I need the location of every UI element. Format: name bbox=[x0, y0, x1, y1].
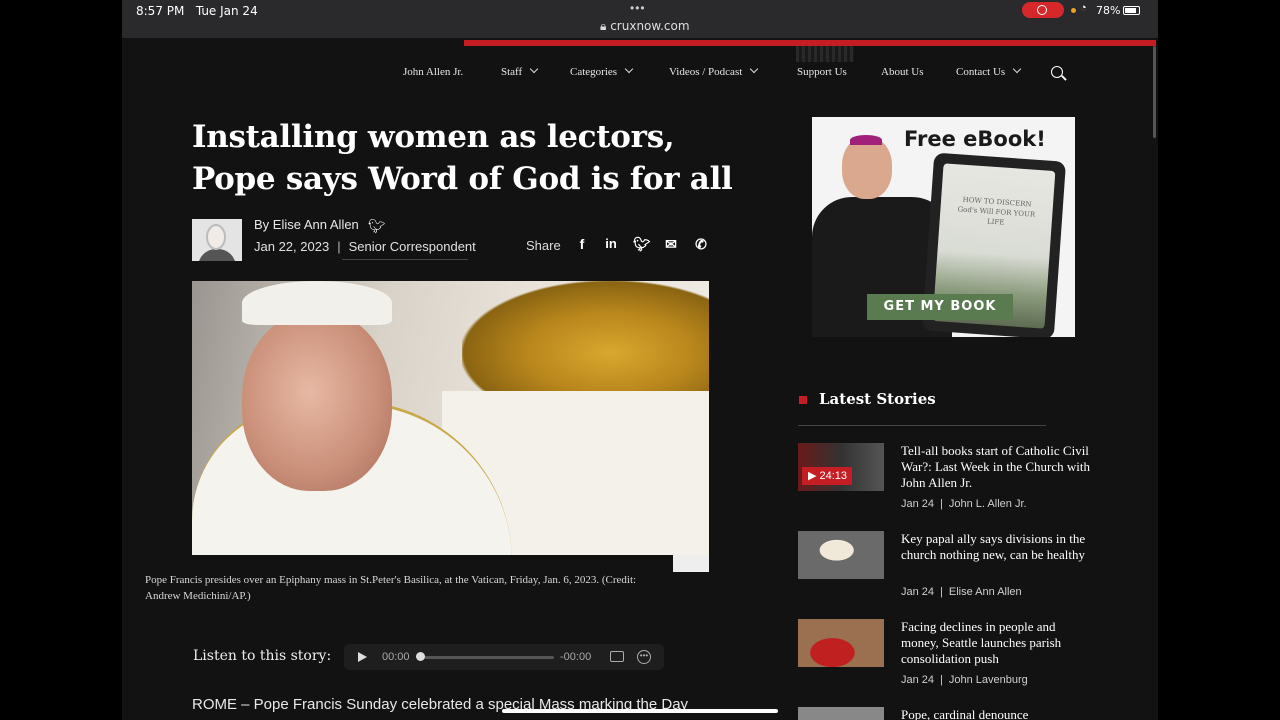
story-thumbnail[interactable]: ▶ 24:13 bbox=[798, 443, 884, 491]
article-hero-image[interactable] bbox=[192, 281, 709, 555]
address-bar[interactable]: 🔒︎ cruxnow.com bbox=[600, 19, 690, 34]
chevron-down-icon bbox=[529, 64, 539, 74]
ebook-ad[interactable]: Free eBook! HOW TO DISCERN God's Will FO… bbox=[812, 117, 1075, 337]
chevron-down-icon bbox=[1012, 64, 1022, 74]
divider bbox=[342, 259, 468, 260]
story-thumbnail[interactable] bbox=[798, 707, 884, 720]
divider bbox=[798, 425, 1046, 426]
article-byline[interactable]: By Elise Ann Allen bbox=[254, 217, 359, 232]
audio-player: 00:00 -00:00 ••• bbox=[344, 644, 664, 670]
author-avatar[interactable] bbox=[192, 219, 242, 261]
search-icon[interactable] bbox=[1051, 66, 1063, 78]
story-meta: Jan 24 | Elise Ann Allen bbox=[901, 586, 1022, 598]
nav-staff[interactable]: Staff bbox=[501, 64, 539, 78]
article-date: Jan 22, 2023 bbox=[254, 239, 330, 254]
battery-icon bbox=[1123, 6, 1140, 15]
chevron-down-icon bbox=[750, 64, 759, 74]
nav-about-us[interactable]: About Us bbox=[881, 66, 923, 78]
ad-book-title: HOW TO DISCERN God's Will FOR YOUR LIFE bbox=[957, 195, 1036, 227]
article-headline: Installing women as lectors, Pope says W… bbox=[192, 119, 733, 197]
story-title[interactable]: Facing declines in people and money, Sea… bbox=[901, 619, 1096, 667]
wifi-icon: ◔ bbox=[1080, 2, 1087, 14]
mic-indicator-icon bbox=[1071, 8, 1076, 13]
status-bar: 8:57 PM Tue Jan 24 ••• 🔒︎ cruxnow.com ◔ … bbox=[122, 0, 1158, 38]
story-title[interactable]: Key papal ally says divisions in the chu… bbox=[901, 531, 1096, 563]
video-duration-badge: ▶ 24:13 bbox=[802, 467, 852, 485]
author-role: Senior Correspondent bbox=[348, 239, 476, 254]
story-thumbnail[interactable] bbox=[798, 619, 884, 667]
story-meta: Jan 24 | John Lavenburg bbox=[901, 674, 1028, 686]
section-marker bbox=[799, 396, 807, 404]
browser-window: 8:57 PM Tue Jan 24 ••• 🔒︎ cruxnow.com ◔ … bbox=[122, 0, 1158, 720]
nav-support-us[interactable]: Support Us bbox=[797, 66, 847, 78]
site-logo[interactable] bbox=[796, 46, 854, 62]
article-dateline: Jan 22, 2023 | Senior Correspondent bbox=[254, 239, 476, 254]
facebook-icon[interactable]: f bbox=[574, 236, 590, 252]
twitter-icon[interactable]: 🐦︎ bbox=[368, 218, 386, 235]
nav-categories[interactable]: Categories bbox=[570, 64, 634, 78]
get-book-button[interactable]: GET MY BOOK bbox=[867, 294, 1013, 320]
latest-stories-heading: Latest Stories bbox=[819, 390, 936, 408]
multitask-dots-icon[interactable]: ••• bbox=[630, 1, 646, 15]
airplay-icon[interactable] bbox=[610, 651, 624, 662]
time-elapsed: 00:00 bbox=[382, 651, 410, 663]
email-icon[interactable]: ✉ bbox=[663, 236, 679, 252]
screen-record-icon[interactable] bbox=[1022, 2, 1064, 18]
image-edge bbox=[673, 555, 709, 572]
home-indicator[interactable] bbox=[502, 709, 778, 713]
image-caption: Pope Francis presides over an Epiphany m… bbox=[145, 574, 637, 602]
share-label: Share bbox=[526, 238, 561, 253]
nav-contact-us[interactable]: Contact Us bbox=[956, 64, 1022, 78]
nav-john-allen[interactable]: John Allen Jr. bbox=[403, 66, 463, 78]
story-title[interactable]: Pope, cardinal denounce bbox=[901, 707, 1096, 720]
whatsapp-icon[interactable]: ✆ bbox=[693, 236, 709, 252]
scrollbar[interactable] bbox=[1153, 46, 1156, 138]
linkedin-icon[interactable]: in bbox=[603, 236, 619, 252]
play-icon[interactable] bbox=[358, 652, 367, 662]
story-title[interactable]: Tell-all books start of Catholic Civil W… bbox=[901, 443, 1096, 491]
nav-videos-podcast[interactable]: Videos / Podcast bbox=[669, 64, 759, 78]
audio-seek-bar[interactable] bbox=[419, 656, 554, 659]
listen-label: Listen to this story: bbox=[193, 648, 332, 664]
story-thumbnail[interactable] bbox=[798, 531, 884, 579]
main-nav: John Allen Jr. Staff Categories Videos /… bbox=[122, 64, 1158, 82]
battery-percent: 78% bbox=[1096, 4, 1121, 17]
seek-handle[interactable] bbox=[416, 652, 425, 661]
chevron-down-icon bbox=[624, 64, 634, 74]
twitter-share-icon[interactable]: 🐦︎ bbox=[633, 236, 651, 252]
status-time: 8:57 PM Tue Jan 24 bbox=[136, 4, 258, 18]
time-remaining: -00:00 bbox=[560, 651, 592, 663]
more-options-icon[interactable]: ••• bbox=[637, 650, 651, 664]
story-meta: Jan 24 | John L. Allen Jr. bbox=[901, 498, 1027, 510]
